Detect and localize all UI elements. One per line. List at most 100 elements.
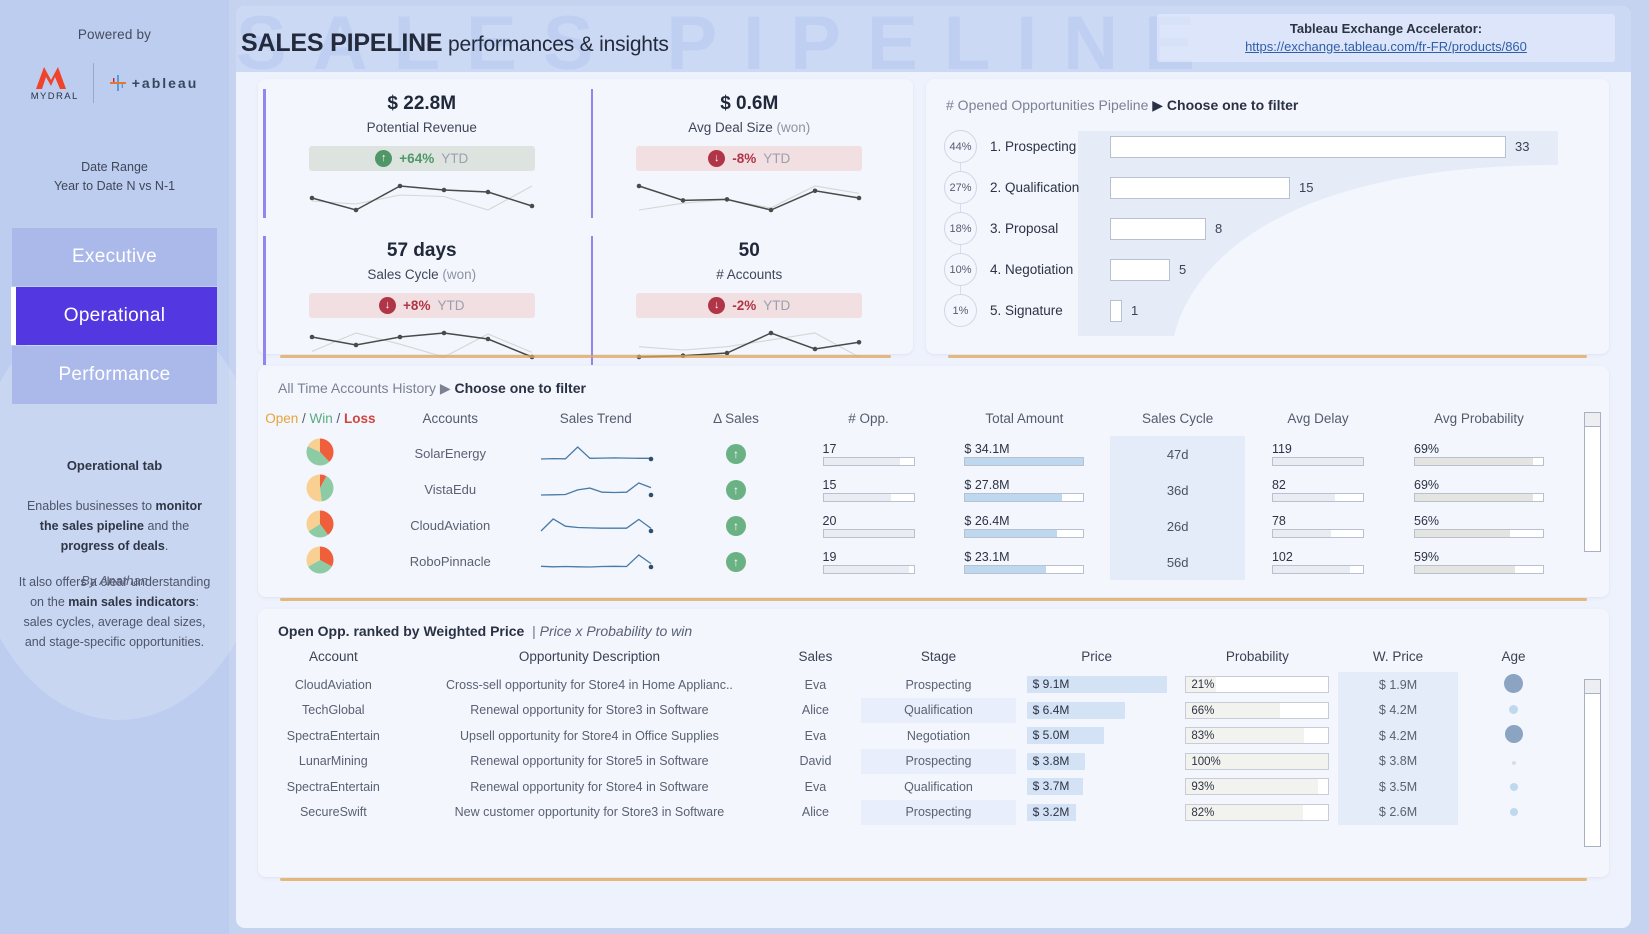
- table-row[interactable]: CloudAviation ↑ 20 $ 26.4M 26d 78 56%: [258, 508, 1609, 544]
- col-num-opp[interactable]: # Opp.: [798, 397, 938, 436]
- sidebar-item-performance[interactable]: Performance: [12, 346, 217, 404]
- legend-loss[interactable]: Loss: [344, 411, 376, 426]
- col-opp-probability[interactable]: Probability: [1177, 643, 1338, 672]
- probability-bar-group: 69%: [1414, 442, 1545, 466]
- pipeline-title-action[interactable]: Choose one to filter: [1163, 97, 1298, 113]
- probability-value: 69%: [1414, 478, 1440, 492]
- scrollbar-thumb[interactable]: [1585, 413, 1600, 427]
- accelerator-link[interactable]: https://exchange.tableau.com/fr-FR/produ…: [1161, 39, 1611, 54]
- cell-opp-account[interactable]: CloudAviation: [258, 672, 409, 698]
- col-total-amount[interactable]: Total Amount: [939, 397, 1110, 436]
- kpi-delta-period: YTD: [437, 298, 465, 313]
- col-avg-probability[interactable]: Avg Probability: [1391, 397, 1568, 436]
- sidebar: Powered by MYDRAL +ableau Date Range Yea…: [0, 0, 269, 934]
- cell-opp-stage[interactable]: Prospecting: [861, 672, 1017, 698]
- col-opp-w-price[interactable]: W. Price: [1338, 643, 1459, 672]
- cell-opp-description: Renewal opportunity for Store5 in Softwa…: [470, 754, 709, 769]
- pipeline-stage-row[interactable]: 27% 2. Qualification 15: [944, 167, 1609, 208]
- legend-open[interactable]: Open: [265, 411, 298, 426]
- amount-bar-group: $ 26.4M: [964, 514, 1085, 538]
- arrow-down-icon: ↓: [379, 297, 397, 314]
- table-row[interactable]: SpectraEntertain Renewal opportunity for…: [258, 774, 1609, 800]
- probability-bar-track: 21%: [1185, 676, 1330, 694]
- cell-opp-account[interactable]: LunarMining: [258, 749, 409, 775]
- cell-account-name[interactable]: VistaEdu: [383, 472, 518, 508]
- cell-win-loss-pie[interactable]: [258, 508, 383, 544]
- pipeline-stage-row[interactable]: 1% 5. Signature 1: [944, 290, 1609, 331]
- cell-opp-sales[interactable]: David: [770, 749, 860, 775]
- col-avg-delay[interactable]: Avg Delay: [1245, 397, 1390, 436]
- cell-opp-stage[interactable]: Qualification: [860, 697, 1017, 723]
- col-opp-account[interactable]: Account: [258, 643, 409, 672]
- col-accounts[interactable]: Accounts: [383, 397, 518, 436]
- cell-account-name[interactable]: RoboPinnacle: [383, 544, 518, 580]
- accounts-title-action[interactable]: Choose one to filter: [451, 380, 585, 396]
- cell-num-opp: 17: [798, 436, 938, 472]
- cell-account-name[interactable]: CloudAviation: [383, 508, 518, 544]
- col-opp-sales[interactable]: Sales: [770, 643, 860, 672]
- cell-opp-probability: 21%: [1177, 672, 1338, 698]
- cell-opp-account[interactable]: SpectraEntertain: [258, 723, 409, 749]
- table-row[interactable]: SecureSwift New customer opportunity for…: [258, 799, 1609, 826]
- table-row[interactable]: LunarMining Renewal opportunity for Stor…: [258, 748, 1609, 775]
- cell-opp-stage[interactable]: Prospecting: [860, 799, 1017, 825]
- col-opp-age[interactable]: Age: [1458, 643, 1568, 672]
- description-paragraph-1: Enables businesses to monitor the sales …: [16, 496, 213, 556]
- opportunities-vertical-scrollbar[interactable]: [1584, 679, 1601, 847]
- cell-opp-stage[interactable]: Qualification: [861, 774, 1017, 800]
- col-sales-cycle[interactable]: Sales Cycle: [1110, 397, 1245, 436]
- sidebar-item-operational[interactable]: Operational: [11, 287, 217, 345]
- stage-bar[interactable]: [1110, 176, 1290, 199]
- stage-name[interactable]: 2. Qualification: [990, 180, 1110, 195]
- stage-bar[interactable]: [1110, 217, 1206, 240]
- probability-bar-track: 100%: [1185, 752, 1330, 770]
- table-row[interactable]: CloudAviation Cross-sell opportunity for…: [258, 672, 1609, 698]
- cell-opp-account[interactable]: SpectraEntertain: [258, 774, 409, 800]
- stage-name[interactable]: 3. Proposal: [990, 221, 1110, 236]
- cell-win-loss-pie[interactable]: [258, 472, 383, 508]
- cell-opp-account[interactable]: TechGlobal: [258, 698, 409, 724]
- cell-opp-stage[interactable]: Negotiation: [861, 723, 1017, 749]
- cell-account-name[interactable]: SolarEnergy: [383, 436, 518, 472]
- table-row[interactable]: SpectraEntertain Upsell opportunity for …: [258, 723, 1609, 749]
- probability-bar-track: 93%: [1185, 778, 1330, 796]
- cell-opp-sales[interactable]: Alice: [770, 698, 860, 724]
- cell-opp-sales[interactable]: Eva: [770, 672, 860, 698]
- cell-win-loss-pie[interactable]: [258, 544, 383, 580]
- cell-opp-stage[interactable]: Prospecting: [860, 748, 1017, 774]
- delay-bar-track: [1271, 457, 1364, 466]
- pipeline-stage-row[interactable]: 18% 3. Proposal 8: [944, 208, 1609, 249]
- cell-win-loss-pie[interactable]: [258, 436, 383, 472]
- stage-bar[interactable]: [1110, 135, 1506, 158]
- stage-name[interactable]: 5. Signature: [990, 303, 1110, 318]
- kpi-card-2: $ 0.6M Avg Deal Size (won) ↓ -8% YTD: [586, 79, 914, 226]
- col-opp-stage[interactable]: Stage: [861, 643, 1017, 672]
- scrollbar-thumb[interactable]: [1585, 680, 1600, 694]
- accounts-vertical-scrollbar[interactable]: [1584, 412, 1601, 552]
- stage-name[interactable]: 4. Negotiation: [990, 262, 1110, 277]
- col-delta-sales[interactable]: Δ Sales: [674, 397, 799, 436]
- pipeline-title-muted: # Opened Opportunities Pipeline: [946, 97, 1153, 113]
- pipeline-stage-row[interactable]: 10% 4. Negotiation 5: [944, 249, 1609, 290]
- legend-win[interactable]: Win: [309, 411, 332, 426]
- cell-opp-sales[interactable]: Eva: [770, 723, 860, 749]
- pipeline-stage-row[interactable]: 44% 1. Prospecting 33: [944, 126, 1609, 167]
- cell-opp-sales[interactable]: Alice: [770, 800, 860, 826]
- age-bubble: [1509, 782, 1518, 791]
- cell-opp-probability: 82%: [1177, 800, 1338, 826]
- stage-bar[interactable]: [1110, 299, 1122, 322]
- col-sales-trend[interactable]: Sales Trend: [518, 397, 674, 436]
- table-row[interactable]: RoboPinnacle ↑ 19 $ 23.1M 56d 102 59%: [258, 544, 1609, 580]
- trend-sparkline-icon: [540, 553, 654, 569]
- col-opp-price[interactable]: Price: [1016, 643, 1177, 672]
- table-row[interactable]: VistaEdu ↑ 15 $ 27.8M 36d 82 69%: [258, 472, 1609, 508]
- stage-percent-badge: 27%: [944, 171, 977, 204]
- table-row[interactable]: TechGlobal Renewal opportunity for Store…: [258, 697, 1609, 724]
- stage-bar[interactable]: [1110, 258, 1170, 281]
- cell-opp-sales[interactable]: Eva: [770, 774, 860, 800]
- table-row[interactable]: SolarEnergy ↑ 17 $ 34.1M 47d 119 69%: [258, 436, 1609, 472]
- stage-name[interactable]: 1. Prospecting: [990, 139, 1110, 154]
- sidebar-item-executive[interactable]: Executive: [12, 228, 217, 286]
- cell-opp-account[interactable]: SecureSwift: [258, 800, 409, 826]
- col-opp-description[interactable]: Opportunity Description: [409, 643, 771, 672]
